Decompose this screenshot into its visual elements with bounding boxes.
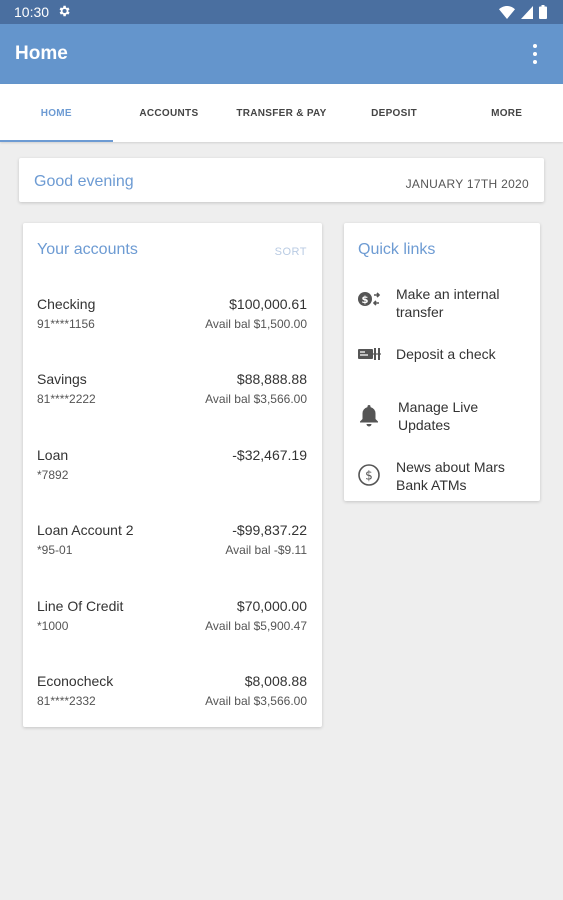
quick-links-title: Quick links xyxy=(358,241,436,258)
account-name: Loan Account 2 xyxy=(37,522,134,538)
account-row-checking[interactable]: Checking 91****1156 $100,000.61 Avail ba… xyxy=(37,296,307,336)
tab-deposit[interactable]: DEPOSIT xyxy=(338,84,451,142)
account-number: 81****2332 xyxy=(37,694,96,708)
account-available-balance: Avail bal $1,500.00 xyxy=(205,317,307,331)
account-row-savings[interactable]: Savings 81****2222 $88,888.88 Avail bal … xyxy=(37,371,307,411)
quick-link-label: Make an internal transfer xyxy=(396,286,500,320)
quick-link-label: Manage Live Updates xyxy=(398,399,479,433)
account-name: Checking xyxy=(37,296,96,312)
status-time: 10:30 xyxy=(14,4,50,20)
dollar-circle-icon: $ xyxy=(356,462,382,488)
account-name: Line Of Credit xyxy=(37,598,124,614)
tab-more[interactable]: MORE xyxy=(450,84,563,142)
bell-icon xyxy=(356,402,382,428)
account-row-loan-account-2[interactable]: Loan Account 2 *95-01 -$99,837.22 Avail … xyxy=(37,522,307,562)
quick-link-deposit-check[interactable]: Deposit a check xyxy=(356,345,532,385)
account-row-loan[interactable]: Loan *7892 -$32,467.19 xyxy=(37,447,307,487)
page-title: Home xyxy=(15,43,68,64)
account-balance: $70,000.00 xyxy=(236,598,307,614)
accounts-card: Your accounts SORT Checking 91****1156 $… xyxy=(23,223,322,727)
signal-icon xyxy=(521,5,533,19)
app-bar: Home xyxy=(0,24,563,84)
status-bar: 10:30 xyxy=(0,0,563,24)
account-number: *1000 xyxy=(37,619,69,633)
wifi-icon xyxy=(499,5,515,19)
account-name: Econocheck xyxy=(37,673,114,689)
account-available-balance: Avail bal -$9.11 xyxy=(225,543,307,557)
account-number: *95-01 xyxy=(37,543,73,557)
account-name: Loan xyxy=(37,447,69,463)
account-number: 81****2222 xyxy=(37,392,96,406)
svg-text:$: $ xyxy=(362,295,369,306)
quick-links-card: Quick links $ Make an internal transfer … xyxy=(344,223,540,501)
settings-gear-icon xyxy=(59,5,70,17)
tab-bar: HOME ACCOUNTS TRANSFER & PAY DEPOSIT MOR… xyxy=(0,84,563,142)
battery-icon xyxy=(539,5,547,19)
account-number: 91****1156 xyxy=(37,317,95,331)
transfer-icon: $ xyxy=(356,286,382,312)
account-available-balance: Avail bal $5,900.47 xyxy=(205,619,307,633)
tab-transfer-pay[interactable]: TRANSFER & PAY xyxy=(225,84,338,142)
quick-link-live-updates[interactable]: Manage Live Updates xyxy=(356,398,532,438)
quick-link-label: Deposit a check xyxy=(396,346,496,362)
svg-text:$: $ xyxy=(365,469,373,483)
account-available-balance: Avail bal $3,566.00 xyxy=(205,392,307,406)
account-balance: $88,888.88 xyxy=(236,371,307,387)
account-name: Savings xyxy=(37,371,87,387)
quick-link-label: News about Mars Bank ATMs xyxy=(396,459,505,493)
tab-home[interactable]: HOME xyxy=(0,84,113,142)
account-row-econocheck[interactable]: Econocheck 81****2332 $8,008.88 Avail ba… xyxy=(37,673,307,713)
tab-accounts[interactable]: ACCOUNTS xyxy=(113,84,226,142)
account-available-balance: Avail bal $3,566.00 xyxy=(205,694,307,708)
account-balance: -$32,467.19 xyxy=(232,447,307,463)
account-balance: $100,000.61 xyxy=(229,296,307,312)
greeting-card: Good evening JANUARY 17TH 2020 xyxy=(19,158,544,202)
account-row-line-of-credit[interactable]: Line Of Credit *1000 $70,000.00 Avail ba… xyxy=(37,598,307,638)
accounts-title: Your accounts xyxy=(37,241,138,258)
account-balance: -$99,837.22 xyxy=(232,522,307,538)
date-text: JANUARY 17TH 2020 xyxy=(405,177,529,191)
overflow-menu-icon[interactable] xyxy=(525,42,545,66)
quick-link-atm-news[interactable]: $ News about Mars Bank ATMs xyxy=(356,458,532,498)
check-deposit-icon xyxy=(356,342,382,368)
sort-button[interactable]: SORT xyxy=(275,246,307,258)
account-number: *7892 xyxy=(37,468,69,482)
account-balance: $8,008.88 xyxy=(244,673,307,689)
quick-link-internal-transfer[interactable]: $ Make an internal transfer xyxy=(356,285,532,325)
greeting-text: Good evening xyxy=(34,173,134,190)
